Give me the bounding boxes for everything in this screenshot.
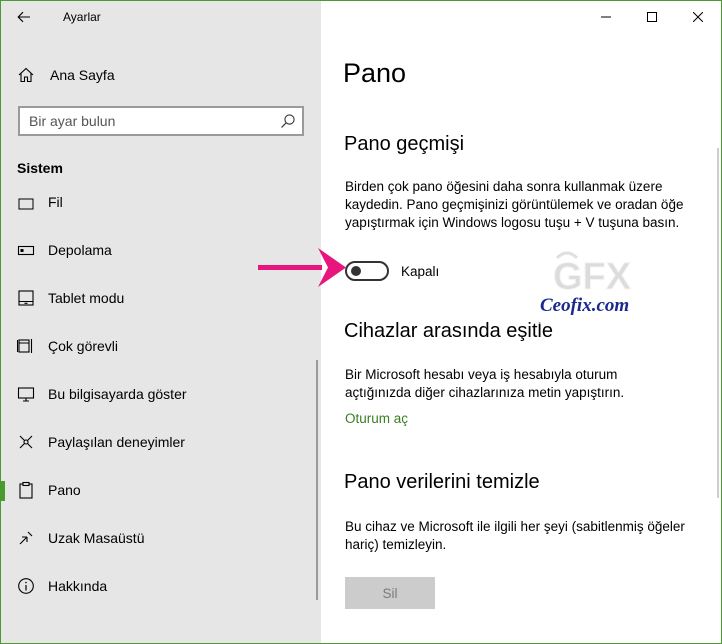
sidebar-item-label: Pano	[48, 482, 81, 498]
section-heading-clear: Pano verilerini temizle	[344, 471, 540, 493]
title-bar-left: Ayarlar	[0, 0, 321, 34]
toggle-knob	[351, 266, 361, 276]
sidebar-item-label: Depolama	[48, 242, 112, 258]
clear-description: Bu cihaz ve Microsoft ile ilgili her şey…	[345, 519, 685, 552]
page-title: Pano	[343, 58, 407, 88]
maximize-button[interactable]	[629, 0, 675, 34]
sidebar-item-label: Uzak Masaüstü	[48, 530, 145, 546]
sidebar-item-remote-desktop[interactable]: Uzak Masaüstü	[0, 518, 321, 558]
back-arrow-icon	[17, 11, 30, 23]
sidebar-scrollbar[interactable]	[316, 360, 318, 600]
watermark-text: Ceofix.com	[540, 295, 630, 316]
main-content: Pano Pano geçmişi Birden çok pano öğesin…	[321, 0, 722, 644]
sidebar-item-label: Paylaşılan deneyimler	[48, 434, 185, 450]
minimize-icon	[601, 16, 611, 18]
sync-description: Bir Microsoft hesabı veya iş hesabıyla o…	[345, 367, 625, 400]
sidebar-item-shared-experiences[interactable]: Paylaşılan deneyimler	[0, 422, 321, 462]
storage-icon	[17, 245, 35, 256]
project-icon	[17, 387, 35, 402]
sidebar-item-clipboard[interactable]: Pano	[0, 470, 321, 510]
sidebar-item-partial[interactable]: Fil	[0, 182, 321, 222]
shared-icon	[19, 435, 33, 449]
history-toggle-row: Kapalı	[345, 260, 545, 284]
remote-desktop-icon	[19, 531, 33, 545]
partial-icon	[18, 198, 34, 210]
scroll-mask	[0, 182, 321, 191]
close-icon	[693, 12, 703, 22]
history-description: Birden çok pano öğesini daha sonra kulla…	[345, 179, 684, 230]
clipboard-history-toggle[interactable]	[345, 261, 389, 281]
minimize-button[interactable]	[583, 0, 629, 34]
main-scrollbar[interactable]	[717, 148, 719, 498]
active-indicator	[0, 481, 5, 501]
section-title: Sistem	[17, 160, 63, 176]
sidebar-item-label: Hakkında	[48, 578, 108, 594]
sidebar-item-home[interactable]: Ana Sayfa	[0, 60, 321, 90]
search-icon	[281, 114, 295, 128]
search-input[interactable]	[20, 108, 270, 134]
search-box[interactable]	[18, 106, 304, 136]
tablet-icon	[18, 290, 34, 306]
sign-in-link[interactable]: Oturum aç	[345, 411, 408, 426]
sidebar-item-about[interactable]: Hakkında	[0, 566, 321, 606]
app-title: Ayarlar	[63, 10, 101, 24]
section-heading-history: Pano geçmişi	[344, 133, 465, 155]
clear-button[interactable]: Sil	[345, 577, 435, 609]
sidebar: Ayarlar Ana Sayfa Sistem Fil	[0, 0, 321, 644]
sidebar-item-multitasking[interactable]: Çok görevli	[0, 326, 321, 366]
watermark-logo: GFX Ceofix.com	[535, 244, 661, 324]
sidebar-item-label: Bu bilgisayarda göster	[48, 386, 187, 402]
multitasking-icon	[17, 339, 33, 353]
close-button[interactable]	[675, 0, 721, 34]
clipboard-icon	[19, 481, 33, 499]
back-button[interactable]	[10, 4, 38, 30]
pointer-arrow-annotation	[258, 248, 346, 287]
sidebar-item-label: Fil	[48, 194, 63, 210]
sidebar-item-label: Tablet modu	[48, 290, 125, 306]
home-icon	[18, 67, 34, 83]
toggle-state-label: Kapalı	[401, 264, 440, 279]
svg-text:GFX: GFX	[553, 256, 632, 298]
info-icon	[18, 578, 34, 594]
section-heading-sync: Cihazlar arasında eşitle	[344, 320, 553, 342]
maximize-icon	[647, 12, 657, 22]
sidebar-item-label: Çok görevli	[48, 338, 119, 354]
sidebar-item-label: Ana Sayfa	[50, 67, 115, 83]
sidebar-item-projecting[interactable]: Bu bilgisayarda göster	[0, 374, 321, 414]
